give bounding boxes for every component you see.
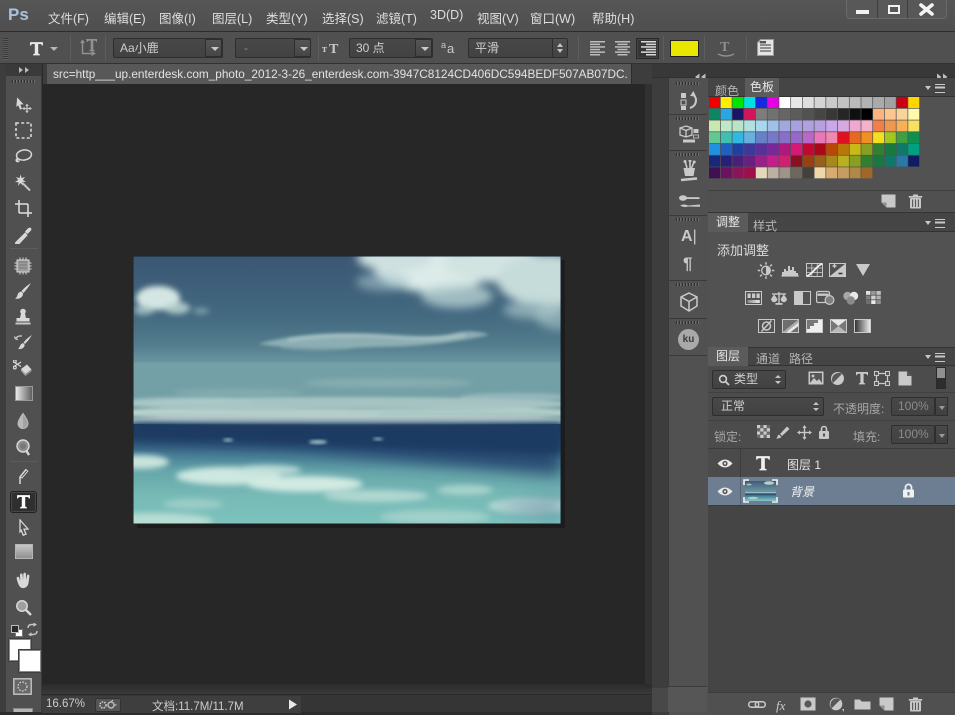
svg-text:T: T <box>720 40 730 55</box>
svg-text:a: a <box>441 40 446 50</box>
svg-text:T: T <box>329 42 339 56</box>
svg-text:a: a <box>447 41 455 56</box>
svg-text:т: т <box>322 44 327 55</box>
